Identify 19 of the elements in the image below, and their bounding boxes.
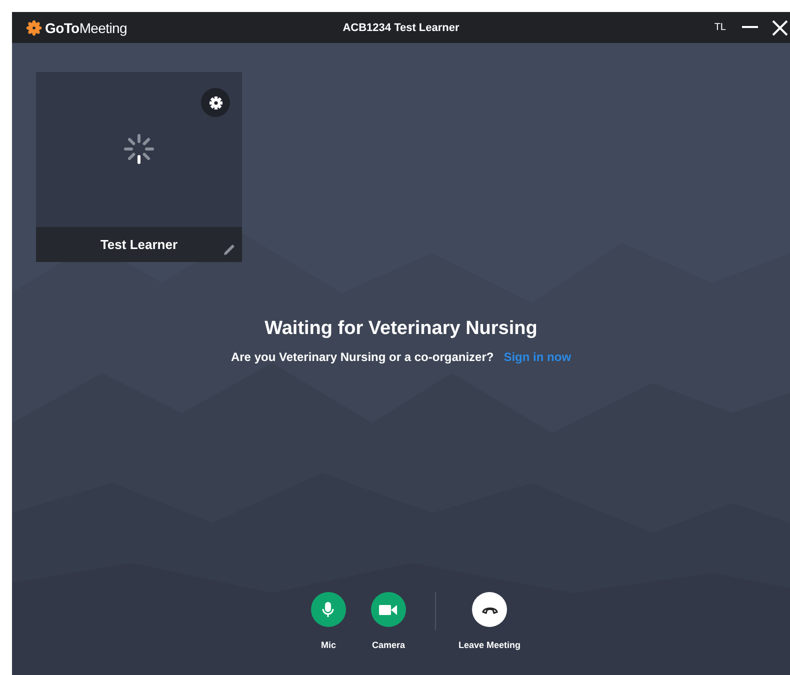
pencil-icon[interactable] (223, 243, 236, 256)
participant-name: Test Learner (100, 237, 178, 252)
settings-button[interactable] (201, 88, 230, 117)
control-label: Camera (372, 640, 405, 650)
settings-icon (208, 96, 222, 110)
organizer-question: Are you Veterinary Nursing or a co-organizer? (230, 350, 494, 364)
user-initials[interactable]: TL (714, 22, 726, 33)
minimize-icon[interactable] (742, 26, 758, 29)
control-label: Mic (320, 640, 336, 650)
flower-icon (26, 20, 42, 36)
video-camera-icon (379, 604, 398, 616)
microphone-icon (322, 602, 334, 618)
loading-spinner-icon (122, 132, 156, 166)
window-title: ACB1234 Test Learner (342, 22, 460, 34)
waiting-heading: Waiting for Veterinary Nursing (264, 318, 538, 340)
app-logo: GoToMeeting (45, 20, 128, 36)
close-icon[interactable] (772, 20, 788, 36)
hang-up-icon (482, 606, 498, 614)
control-label: Leave Meeting (458, 640, 521, 650)
